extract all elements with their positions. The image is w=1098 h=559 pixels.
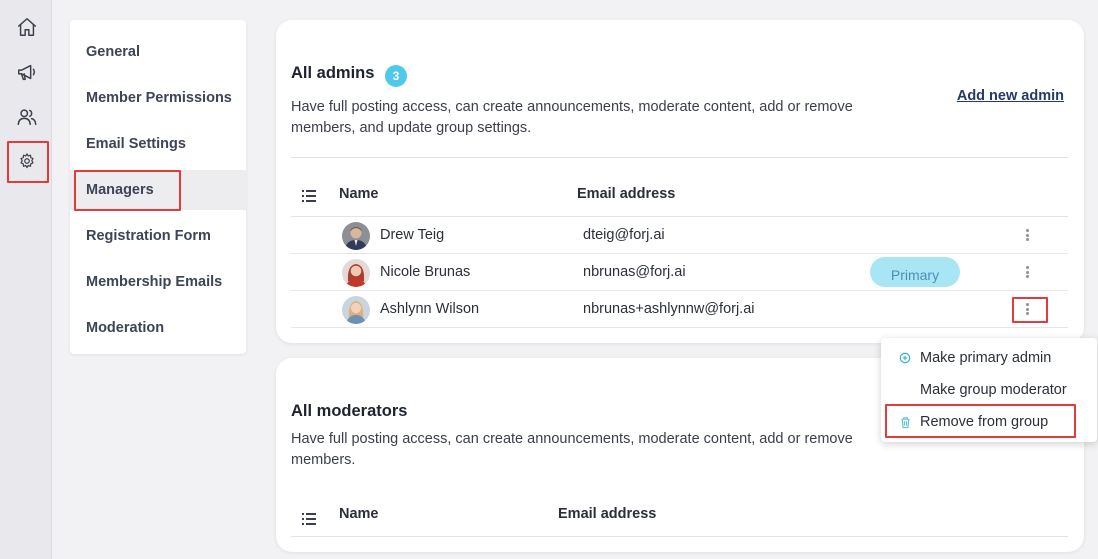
admin-name: Nicole Brunas xyxy=(380,264,471,280)
nav-item-general[interactable]: General xyxy=(70,32,246,72)
moderators-title: All moderators xyxy=(291,402,408,420)
megaphone-icon[interactable] xyxy=(14,59,40,85)
icon-rail xyxy=(0,0,52,559)
home-icon[interactable] xyxy=(14,14,40,40)
primary-badge: Primary xyxy=(870,257,960,287)
nav-item-label: Member Permissions xyxy=(86,90,232,106)
table-row[interactable]: Drew Teig dteig@forj.ai xyxy=(291,217,1068,254)
admin-email: nbrunas@forj.ai xyxy=(583,264,686,280)
gear-icon[interactable] xyxy=(14,148,40,174)
moderators-description: Have full posting access, can create ann… xyxy=(291,431,853,468)
nav-item-label: Managers xyxy=(86,182,154,198)
admin-count-badge: 3 xyxy=(385,65,407,87)
admin-name: Drew Teig xyxy=(380,227,445,243)
settings-nav: General Member Permissions Email Setting… xyxy=(70,20,246,354)
menu-item-label: Remove from group xyxy=(920,414,1049,430)
more-options-icon[interactable] xyxy=(1023,264,1031,280)
admin-email: dteig@forj.ai xyxy=(583,227,665,243)
column-header-name: Name xyxy=(339,506,379,522)
nav-item-email-settings[interactable]: Email Settings xyxy=(70,124,246,164)
admins-title: All admins xyxy=(291,64,375,82)
nav-item-registration-form[interactable]: Registration Form xyxy=(70,216,246,256)
menu-item-remove-from-group[interactable]: Remove from group xyxy=(881,407,1097,437)
list-icon[interactable] xyxy=(302,513,316,525)
add-new-admin-link[interactable]: Add new admin xyxy=(957,88,1064,104)
nav-item-label: Email Settings xyxy=(86,136,186,152)
menu-item-make-primary-admin[interactable]: Make primary admin xyxy=(881,343,1097,373)
admin-name: Ashlynn Wilson xyxy=(380,301,480,317)
plus-circle-icon xyxy=(898,351,912,365)
nav-item-membership-emails[interactable]: Membership Emails xyxy=(70,262,246,302)
column-header-name: Name xyxy=(339,186,379,202)
admins-description: Have full posting access, can create ann… xyxy=(291,99,853,136)
avatar xyxy=(342,296,370,324)
nav-item-moderation[interactable]: Moderation xyxy=(70,308,246,348)
avatar xyxy=(342,259,370,287)
menu-item-label: Make primary admin xyxy=(920,350,1052,366)
admin-email: nbrunas+ashlynnw@forj.ai xyxy=(583,301,755,317)
nav-item-label: Moderation xyxy=(86,320,165,336)
avatar xyxy=(342,222,370,250)
menu-item-label: Make group moderator xyxy=(920,382,1067,398)
nav-item-label: Registration Form xyxy=(86,228,211,244)
row-action-menu: Make primary admin Make group moderator … xyxy=(881,338,1097,442)
table-row[interactable]: Nicole Brunas nbrunas@forj.ai Primary xyxy=(291,254,1068,291)
divider xyxy=(291,157,1068,158)
table-row[interactable]: Ashlynn Wilson nbrunas+ashlynnw@forj.ai xyxy=(291,291,1068,328)
header-divider xyxy=(291,536,1068,537)
more-options-icon[interactable] xyxy=(1023,227,1031,243)
people-icon[interactable] xyxy=(14,104,40,130)
admins-card: All admins 3 Have full posting access, c… xyxy=(276,20,1084,343)
more-options-icon[interactable] xyxy=(1023,301,1031,317)
menu-item-make-group-moderator[interactable]: Make group moderator xyxy=(881,375,1097,405)
nav-item-managers[interactable]: Managers xyxy=(70,170,246,210)
trash-icon xyxy=(898,415,912,429)
column-header-email: Email address xyxy=(558,506,657,522)
nav-item-label: General xyxy=(86,44,140,60)
nav-item-member-permissions[interactable]: Member Permissions xyxy=(70,78,246,118)
nav-item-label: Membership Emails xyxy=(86,274,223,290)
column-header-email: Email address xyxy=(577,186,676,202)
list-icon[interactable] xyxy=(302,190,316,202)
